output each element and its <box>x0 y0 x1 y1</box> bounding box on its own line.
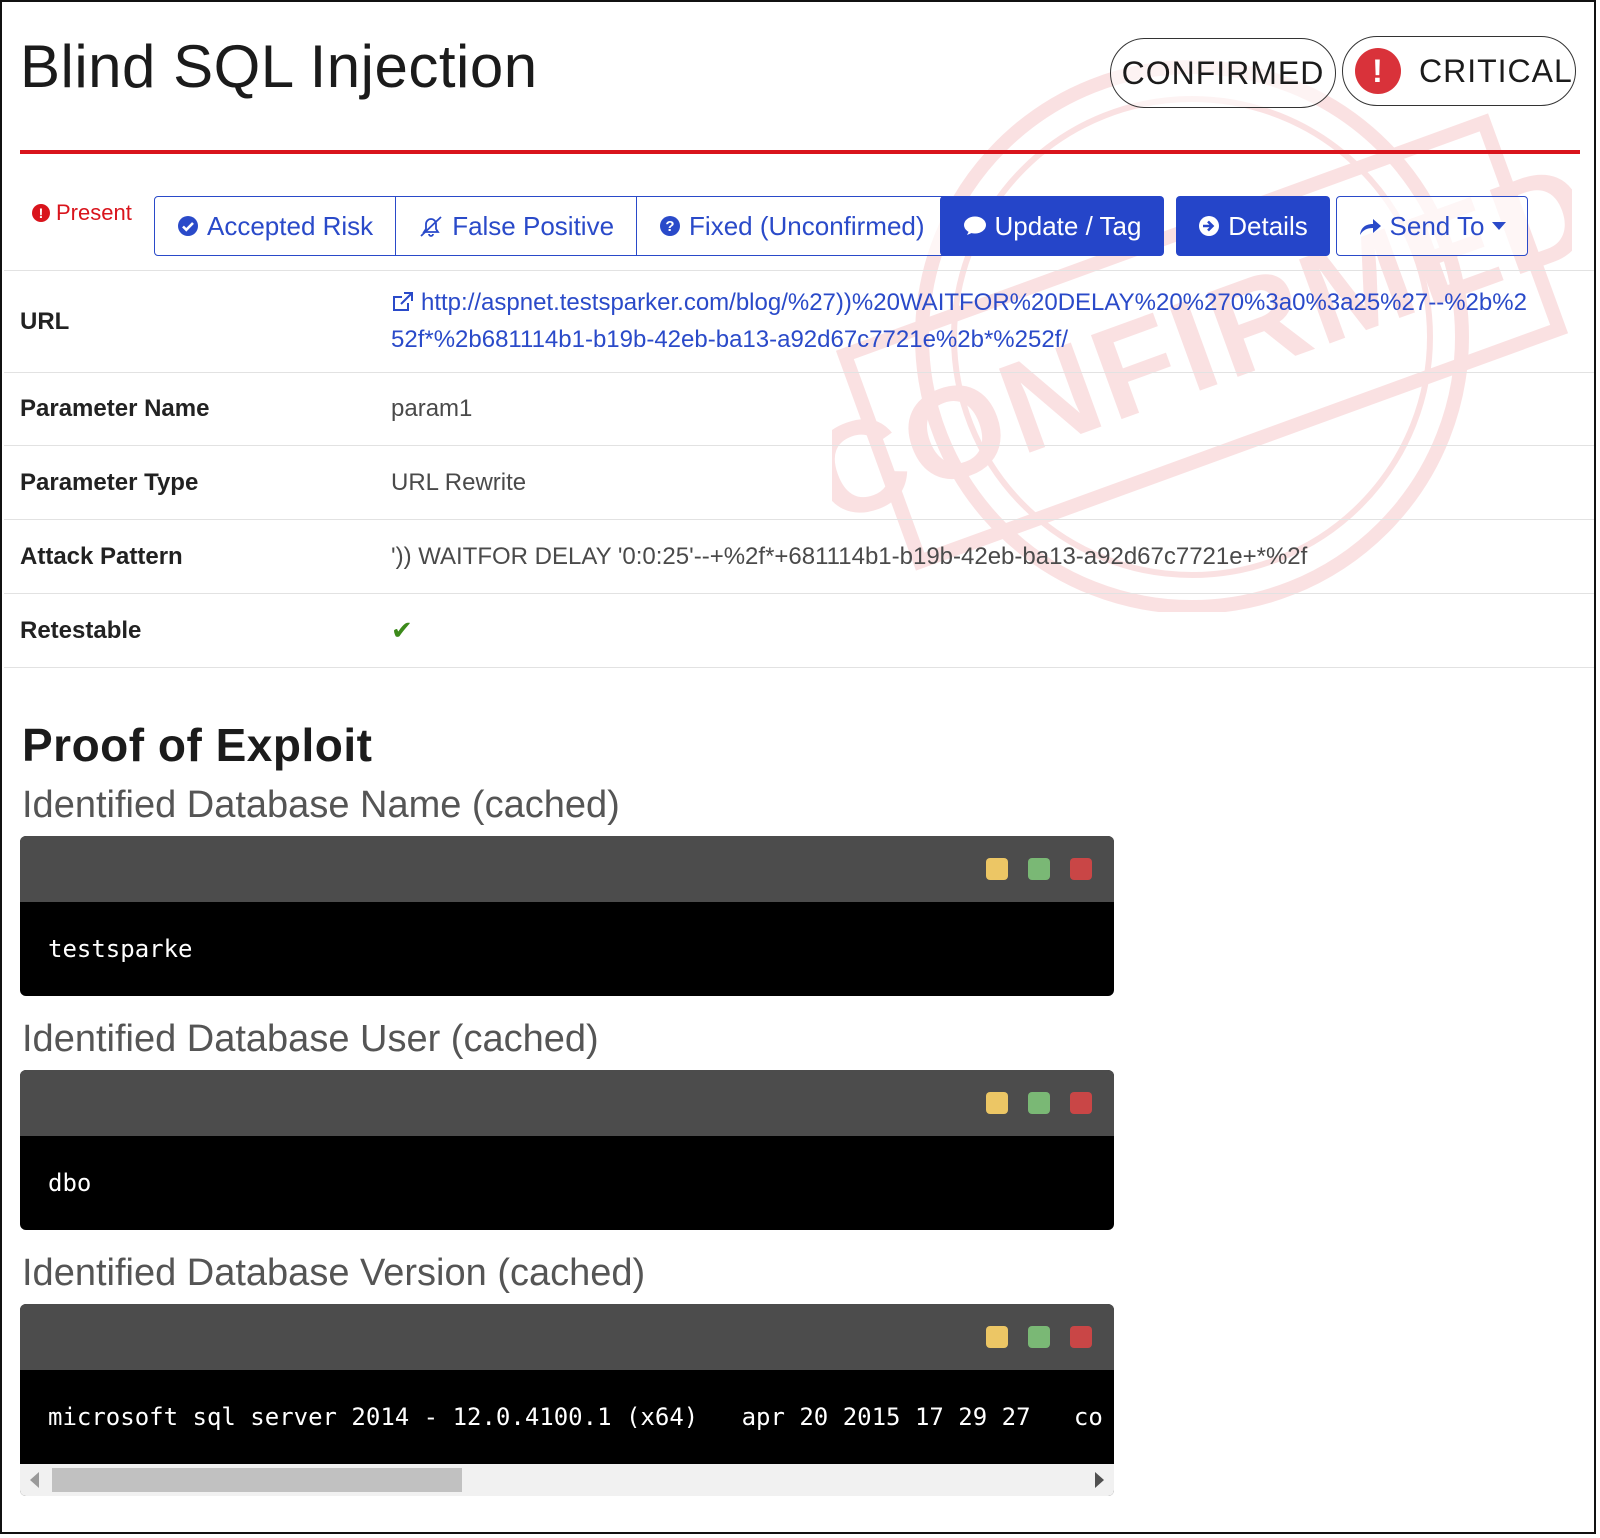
db-name-output: testsparke <box>48 935 193 963</box>
update-tag-label: Update / Tag <box>994 210 1142 241</box>
accepted-risk-label: Accepted Risk <box>207 210 374 241</box>
severity-divider <box>20 150 1580 154</box>
status-present-label: Present <box>56 200 132 225</box>
external-link-icon <box>391 289 415 323</box>
attack-pattern-value: ')) WAITFOR DELAY '0:0:25'--+%2f*+681114… <box>375 519 1594 594</box>
minimize-icon <box>986 858 1008 880</box>
confirmed-badge-label: CONFIRMED <box>1121 54 1325 91</box>
exclamation-icon: ! <box>1355 48 1401 94</box>
false-positive-button[interactable]: False Positive <box>396 197 638 255</box>
confirmed-badge: CONFIRMED <box>1110 38 1336 108</box>
parameter-type-value: URL Rewrite <box>375 445 1594 520</box>
close-icon <box>1070 1092 1092 1114</box>
accepted-risk-button[interactable]: Accepted Risk <box>155 197 397 255</box>
maximize-icon <box>1028 1092 1050 1114</box>
svg-text:?: ? <box>665 218 674 235</box>
update-tag-button[interactable]: Update / Tag <box>940 196 1164 256</box>
vulnerability-properties-table: URL http://aspnet.testsparker.com/blog/%… <box>4 270 1594 668</box>
table-row-parameter-name: Parameter Name param1 <box>4 372 1594 446</box>
minimize-icon <box>986 1092 1008 1114</box>
parameter-type-label: Parameter Type <box>4 445 375 520</box>
table-row-url: URL http://aspnet.testsparker.com/blog/%… <box>4 270 1594 373</box>
db-version-terminal: microsoft sql server 2014 - 12.0.4100.1 … <box>20 1304 1114 1496</box>
table-row-retestable: Retestable ✔ <box>4 593 1594 668</box>
false-positive-label: False Positive <box>452 210 615 241</box>
scroll-right-icon[interactable] <box>1095 1472 1104 1488</box>
db-user-title: Identified Database User (cached) <box>22 1018 599 1060</box>
share-icon <box>1358 215 1382 237</box>
comment-icon <box>963 215 987 237</box>
close-icon <box>1070 1326 1092 1348</box>
details-label: Details <box>1228 210 1308 241</box>
table-row-attack-pattern: Attack Pattern ')) WAITFOR DELAY '0:0:25… <box>4 519 1594 594</box>
db-user-terminal: dbo <box>20 1070 1114 1230</box>
question-circle-icon: ? <box>659 215 681 237</box>
page-title: Blind SQL Injection <box>20 33 538 100</box>
terminal-titlebar <box>20 1304 1114 1370</box>
vulnerability-panel: CONFIRMED Blind SQL Injection CONFIRMED … <box>0 0 1596 1534</box>
check-icon: ✔ <box>391 615 413 645</box>
terminal-titlebar <box>20 1070 1114 1136</box>
minimize-icon <box>986 1326 1008 1348</box>
bell-slash-icon <box>418 214 444 238</box>
maximize-icon <box>1028 858 1050 880</box>
terminal-titlebar <box>20 836 1114 902</box>
url-cell: http://aspnet.testsparker.com/blog/%27))… <box>375 270 1594 373</box>
severity-badge: ! CRITICAL <box>1342 36 1576 106</box>
db-version-output: microsoft sql server 2014 - 12.0.4100.1 … <box>48 1403 1103 1431</box>
status-button-group: Accepted Risk False Positive ? Fixed (Un… <box>154 196 948 256</box>
retestable-label: Retestable <box>4 593 375 668</box>
fixed-unconfirmed-label: Fixed (Unconfirmed) <box>689 210 925 241</box>
maximize-icon <box>1028 1326 1050 1348</box>
url-link[interactable]: http://aspnet.testsparker.com/blog/%27))… <box>391 286 1594 357</box>
url-value: http://aspnet.testsparker.com/blog/%27))… <box>391 289 1527 353</box>
status-present: ! Present <box>32 200 132 226</box>
proof-of-exploit-heading: Proof of Exploit <box>22 719 373 771</box>
close-icon <box>1070 858 1092 880</box>
send-to-label: Send To <box>1389 210 1485 241</box>
fixed-unconfirmed-button[interactable]: ? Fixed (Unconfirmed) <box>637 197 947 255</box>
url-label: URL <box>4 270 375 373</box>
scrollbar-thumb[interactable] <box>52 1468 462 1492</box>
caret-down-icon <box>1492 221 1507 231</box>
db-user-output: dbo <box>48 1169 92 1197</box>
send-to-button[interactable]: Send To <box>1336 196 1528 256</box>
parameter-name-value: param1 <box>375 372 1594 446</box>
scroll-left-icon[interactable] <box>30 1472 39 1488</box>
severity-badge-label: CRITICAL <box>1419 52 1573 89</box>
db-name-terminal: testsparke <box>20 836 1114 996</box>
db-version-title: Identified Database Version (cached) <box>22 1252 646 1294</box>
db-name-title: Identified Database Name (cached) <box>22 784 620 826</box>
check-circle-icon <box>177 215 199 237</box>
retestable-value: ✔ <box>375 593 1594 668</box>
arrow-circle-right-icon <box>1198 215 1220 237</box>
details-button[interactable]: Details <box>1176 196 1330 256</box>
table-row-parameter-type: Parameter Type URL Rewrite <box>4 445 1594 520</box>
exclamation-circle-icon: ! <box>32 204 50 222</box>
horizontal-scrollbar[interactable] <box>20 1464 1114 1496</box>
attack-pattern-label: Attack Pattern <box>4 519 375 594</box>
parameter-name-label: Parameter Name <box>4 372 375 446</box>
